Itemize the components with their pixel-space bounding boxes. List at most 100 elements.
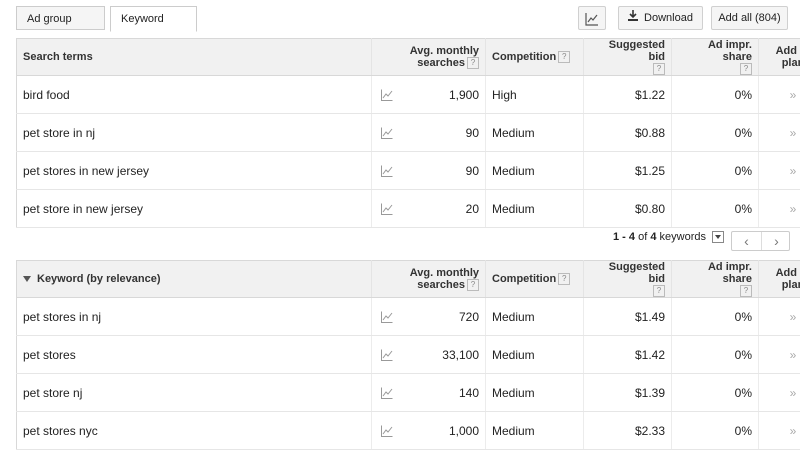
next-page-button[interactable]: › — [762, 232, 791, 250]
pagination-summary: 1 - 4 of 4 keywords — [613, 231, 725, 244]
header-avg-monthly-searches[interactable]: Avg. monthly searches? — [402, 38, 486, 77]
ad-impr-share: 0% — [671, 335, 759, 375]
table-row: pet store nj 140 Medium $1.39 0% » — [16, 373, 800, 413]
suggested-bid: $1.25 — [583, 151, 672, 191]
chart-icon — [585, 13, 599, 29]
table-row: pet stores 33,100 Medium $1.42 0% » — [16, 335, 800, 375]
trend-chart-icon[interactable] — [371, 189, 402, 229]
header-search-terms[interactable]: Search terms — [16, 38, 372, 77]
header-competition-label: Competition — [492, 51, 557, 63]
search-term: bird food — [16, 75, 372, 115]
competition: Medium — [485, 297, 584, 337]
trend-chart-icon[interactable] — [371, 373, 402, 413]
avg-searches: 140 — [402, 373, 486, 413]
page-unit: keywords — [659, 231, 706, 243]
avg-searches: 720 — [402, 297, 486, 337]
trend-chart-icon[interactable] — [371, 335, 402, 375]
download-button[interactable]: Download — [618, 6, 703, 30]
competition: Medium — [485, 373, 584, 413]
table-row: pet store in nj 90 Medium $0.88 0% » — [16, 113, 800, 153]
header-ad-impr-share[interactable]: Ad impr. share ? — [671, 260, 759, 299]
avg-searches: 1,000 — [402, 411, 486, 451]
keyword: pet store nj — [16, 373, 372, 413]
ad-impr-share: 0% — [671, 297, 759, 337]
trend-chart-icon[interactable] — [371, 411, 402, 451]
add-to-plan-icon[interactable]: » — [758, 373, 800, 413]
suggested-bid: $1.49 — [583, 297, 672, 337]
help-icon[interactable]: ? — [467, 279, 479, 292]
trend-chart-icon[interactable] — [371, 151, 402, 191]
trend-chart-icon[interactable] — [371, 75, 402, 115]
rows-per-page-dropdown-icon[interactable] — [712, 231, 725, 244]
header-competition-label: Competition — [492, 273, 557, 285]
header-avg-monthly-searches[interactable]: Avg. monthly searches? — [402, 260, 486, 299]
trend-chart-icon[interactable] — [371, 297, 402, 337]
help-icon[interactable]: ? — [740, 285, 752, 298]
download-label: Download — [644, 12, 693, 24]
add-to-plan-icon[interactable]: » — [758, 189, 800, 229]
header-avg-label-2: searches — [417, 279, 465, 291]
ad-impr-share: 0% — [671, 75, 759, 115]
add-to-plan-icon[interactable]: » — [758, 113, 800, 153]
add-to-plan-icon[interactable]: » — [758, 411, 800, 451]
header-ad-impr-share[interactable]: Ad impr. share ? — [671, 38, 759, 77]
add-to-plan-icon[interactable]: » — [758, 297, 800, 337]
header-impr-label: Ad impr. share — [707, 261, 752, 285]
chart-toggle-button[interactable] — [578, 6, 606, 30]
trend-chart-icon[interactable] — [371, 113, 402, 153]
add-to-plan-icon[interactable]: » — [758, 335, 800, 375]
page-range: 1 - 4 — [613, 231, 636, 243]
help-icon[interactable]: ? — [653, 285, 665, 298]
add-to-plan-icon[interactable]: » — [758, 75, 800, 115]
search-term: pet store in new jersey — [16, 189, 372, 229]
header-avg-label-1: Avg. monthly — [409, 267, 479, 279]
competition: Medium — [485, 151, 584, 191]
header-competition[interactable]: Competition? — [485, 38, 584, 77]
page-of: of — [638, 231, 648, 243]
avg-searches: 1,900 — [402, 75, 486, 115]
competition: Medium — [485, 189, 584, 229]
avg-searches: 20 — [402, 189, 486, 229]
page-total: 4 — [650, 231, 657, 243]
tab-bar: Ad group ideas Keyword ideas Download Ad… — [0, 0, 800, 49]
tab-keyword-ideas[interactable]: Keyword ideas — [110, 6, 197, 49]
prev-page-button[interactable]: ‹ — [732, 232, 762, 250]
suggested-bid: $1.39 — [583, 373, 672, 413]
suggested-bid: $2.33 — [583, 411, 672, 451]
ad-impr-share: 0% — [671, 113, 759, 153]
header-bid-label: Suggested bid — [608, 261, 665, 285]
header-add-to-plan: Add to plan — [758, 38, 800, 77]
add-to-plan-icon[interactable]: » — [758, 151, 800, 191]
header-keyword-by-relevance[interactable]: Keyword (by relevance) — [16, 260, 372, 299]
header-keyword-label: Keyword (by relevance) — [37, 273, 161, 286]
pager-nav: ‹ › — [731, 231, 790, 251]
ad-impr-share: 0% — [671, 151, 759, 191]
help-icon[interactable]: ? — [740, 63, 752, 76]
add-all-button[interactable]: Add all (804) — [711, 6, 788, 30]
ad-impr-share: 0% — [671, 411, 759, 451]
table-row: pet stores nyc 1,000 Medium $2.33 0% » — [16, 411, 800, 451]
search-term: pet store in nj — [16, 113, 372, 153]
avg-searches: 33,100 — [402, 335, 486, 375]
suggested-bid: $0.80 — [583, 189, 672, 229]
header-trend — [371, 260, 402, 299]
help-icon[interactable]: ? — [467, 57, 479, 70]
header-suggested-bid[interactable]: Suggested bid ? — [583, 38, 672, 77]
tab-ad-group-ideas[interactable]: Ad group ideas — [16, 6, 105, 49]
header-impr-label: Ad impr. share — [707, 39, 752, 63]
help-icon[interactable]: ? — [558, 273, 571, 286]
competition: Medium — [485, 335, 584, 375]
header-competition[interactable]: Competition? — [485, 260, 584, 299]
suggested-bid: $0.88 — [583, 113, 672, 153]
help-icon[interactable]: ? — [653, 63, 665, 76]
keyword: pet stores in nj — [16, 297, 372, 337]
header-suggested-bid[interactable]: Suggested bid ? — [583, 260, 672, 299]
keyword: pet stores nyc — [16, 411, 372, 451]
suggested-bid: $1.42 — [583, 335, 672, 375]
suggested-bid: $1.22 — [583, 75, 672, 115]
help-icon[interactable]: ? — [558, 51, 571, 64]
ad-impr-share: 0% — [671, 189, 759, 229]
avg-searches: 90 — [402, 113, 486, 153]
header-avg-label-2: searches — [417, 57, 465, 69]
header-avg-label-1: Avg. monthly — [409, 45, 479, 57]
